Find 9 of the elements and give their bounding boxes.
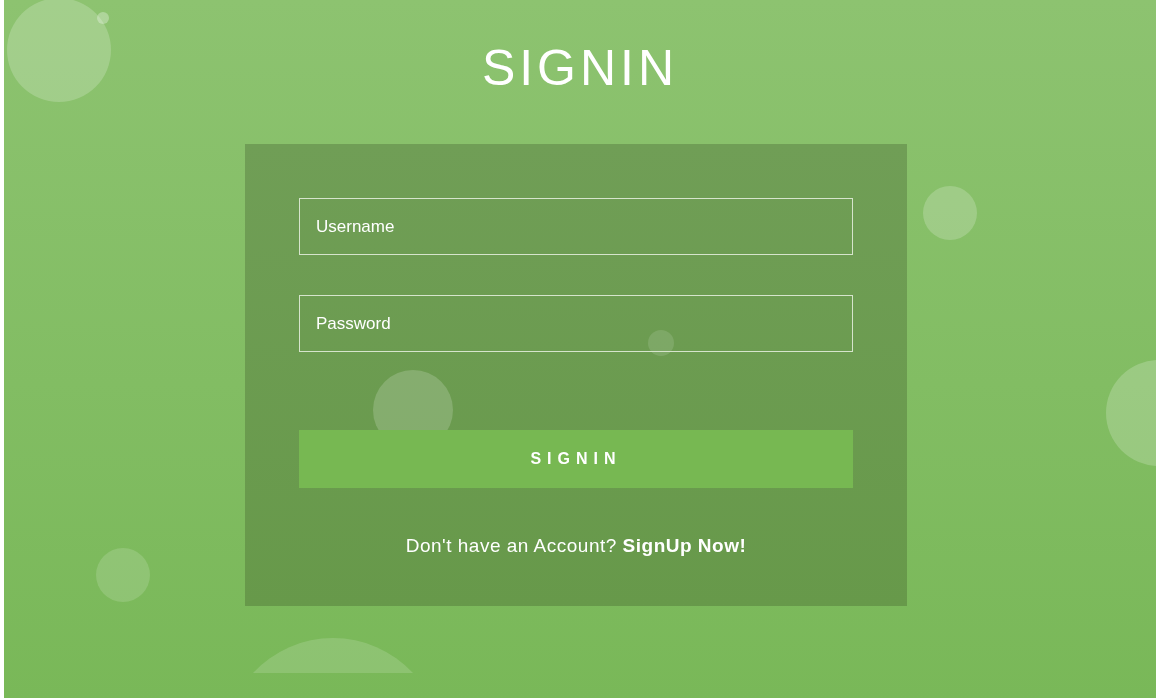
bubble [648, 330, 674, 356]
bubble [96, 548, 150, 602]
bubble [923, 186, 977, 240]
username-field[interactable]: Username [299, 198, 853, 255]
signup-prompt: Don't have an Account? SignUp Now! [405, 534, 747, 558]
signup-link[interactable]: SignUp Now! [622, 535, 747, 556]
signin-button[interactable]: SIGNIN [299, 430, 853, 488]
page-title: SIGNIN [481, 39, 679, 98]
password-field[interactable]: Password [299, 295, 853, 352]
